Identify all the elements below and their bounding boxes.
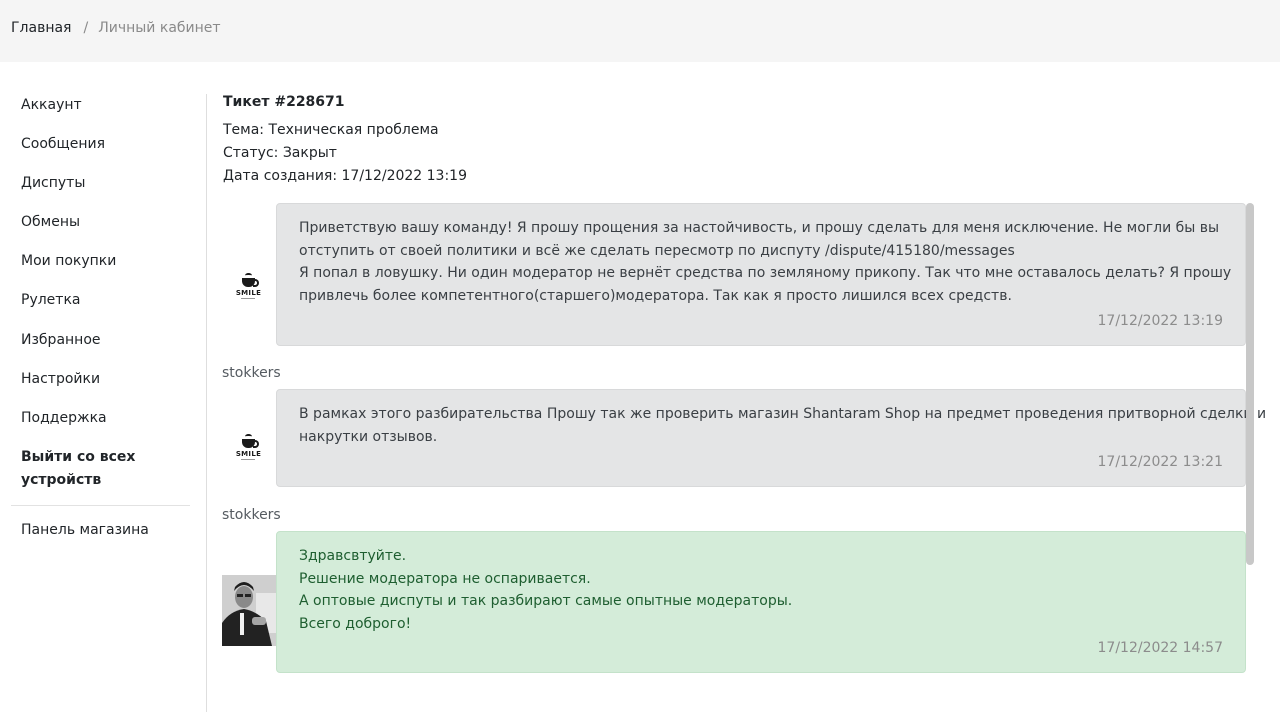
message-timestamp: 17/12/2022 14:57	[1097, 640, 1224, 656]
ticket-topic: Тема: Техническая проблема	[223, 122, 439, 138]
message-text-line: В рамках этого разбирательства Прошу так…	[299, 406, 1267, 422]
message-bubble: Приветствую вашу команду! Я прошу прощен…	[276, 203, 1246, 346]
sidebar-item-logout-all[interactable]: Выйти со всех устройств	[11, 446, 191, 492]
sidebar-item-favorites[interactable]: Избранное	[11, 329, 191, 351]
avatar: SMILE	[222, 414, 275, 484]
message-author: stokkers	[222, 507, 281, 523]
message-author: stokkers	[222, 365, 281, 381]
message-text-line: Приветствую вашу команду! Я прошу прощен…	[299, 220, 1220, 236]
sidebar-nav: Аккаунт Сообщения Диспуты Обмены Мои пок…	[11, 94, 191, 541]
ticket-status: Статус: Закрыт	[223, 145, 337, 161]
message-text-line: накрутки отзывов.	[299, 428, 438, 445]
breadcrumb: Главная / Личный кабинет	[11, 19, 221, 37]
avatar: SMILE	[222, 253, 275, 323]
message-bubble: Здравсвтуйте. Решение модератора не оспа…	[276, 531, 1246, 673]
sidebar-item-support[interactable]: Поддержка	[11, 407, 191, 429]
logout-all-line2: устройств	[21, 472, 102, 488]
content-divider	[206, 94, 207, 712]
breadcrumb-separator: /	[83, 20, 89, 36]
message-text-line: А оптовые диспуты и так разбирают самые …	[299, 593, 793, 609]
sidebar-item-exchanges[interactable]: Обмены	[11, 211, 191, 233]
logout-all-line1: Выйти со всех	[21, 449, 136, 465]
message-timestamp: 17/12/2022 13:21	[1097, 454, 1224, 470]
sidebar-divider	[11, 505, 190, 506]
message-text-line: Здравсвтуйте.	[299, 548, 407, 564]
ticket-header: Тикет #228671 Тема: Техническая проблема…	[223, 92, 467, 188]
message-thread-scrollbar[interactable]	[1246, 203, 1254, 565]
message-text-line: Я попал в ловушку. Ни один модератор не …	[299, 265, 1232, 281]
ticket-title: Тикет #228671	[223, 94, 345, 110]
sidebar-item-settings[interactable]: Настройки	[11, 368, 191, 390]
moderator-photo-avatar	[222, 575, 276, 646]
message-text-line: привлечь более компетентного(старшего)мо…	[299, 287, 1012, 304]
sidebar-item-account[interactable]: Аккаунт	[11, 94, 191, 116]
message-bubble: В рамках этого разбирательства Прошу так…	[276, 389, 1267, 487]
sidebar-item-disputes[interactable]: Диспуты	[11, 172, 191, 194]
message-thread: SMILE Приветствую вашу команду! Я прошу …	[222, 203, 1267, 683]
breadcrumb-home-link[interactable]: Главная	[11, 20, 71, 36]
smile-logo-icon: SMILE	[236, 433, 261, 460]
sidebar-item-my-purchases[interactable]: Мои покупки	[11, 250, 191, 272]
top-bar: Главная / Личный кабинет	[0, 0, 1280, 62]
message-text-line: отступить от своей политики и всё же сде…	[299, 242, 1015, 259]
ticket-created-date: Дата создания: 17/12/2022 13:19	[223, 168, 467, 184]
smile-logo-icon: SMILE	[236, 272, 261, 299]
breadcrumb-current: Личный кабинет	[98, 20, 221, 36]
message-text-line: Всего доброго!	[299, 615, 412, 632]
message-text-line: Решение модератора не оспаривается.	[299, 570, 591, 587]
sidebar-item-shop-panel[interactable]: Панель магазина	[11, 519, 191, 541]
person-photo-icon	[222, 575, 276, 646]
sidebar-item-roulette[interactable]: Рулетка	[11, 289, 191, 311]
sidebar-item-messages[interactable]: Сообщения	[11, 133, 191, 155]
message-timestamp: 17/12/2022 13:19	[1097, 313, 1224, 329]
